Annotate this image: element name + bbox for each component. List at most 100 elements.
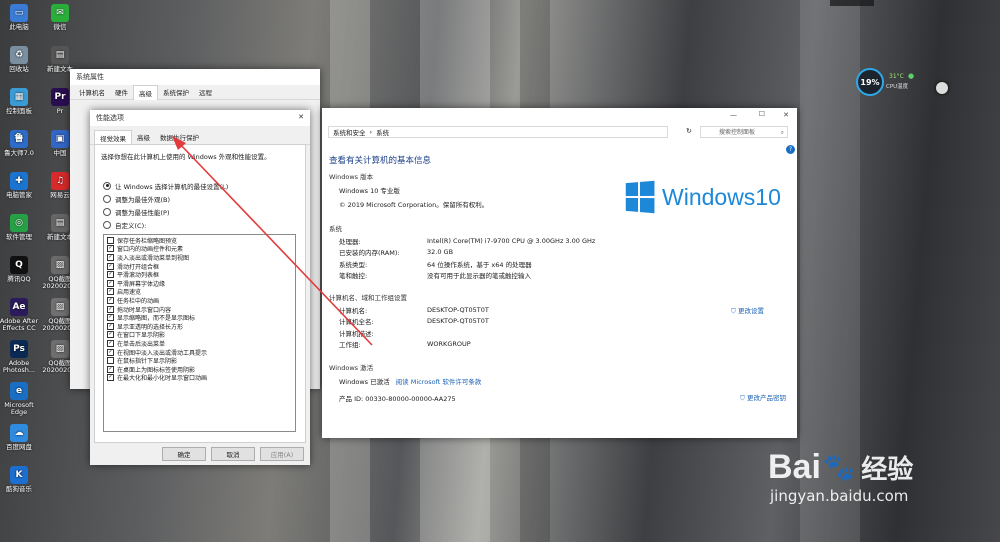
checkbox[interactable]: ✓ <box>107 296 114 304</box>
checkbox[interactable]: ✓ <box>107 279 114 287</box>
tab-0[interactable]: 计算机名 <box>74 85 110 99</box>
effect-checkbox-row[interactable]: ✓ 平滑屏幕字体边缘 <box>107 279 292 288</box>
effect-checkbox-row[interactable]: ✓ 在单击后淡出菜单 <box>107 339 292 348</box>
effect-checkbox-row[interactable]: ✓ 在桌面上为图标标签使用阴影 <box>107 365 292 374</box>
effect-checkbox-row[interactable]: ✓ 显示亚透明的选择长方形 <box>107 322 292 331</box>
cancel-button[interactable]: 取消 <box>211 447 255 461</box>
info-key: 工作组: <box>339 341 361 350</box>
perf-radio-option[interactable]: 调整为最佳外观(B) <box>103 192 228 205</box>
floating-ball-icon[interactable] <box>936 82 948 94</box>
tab-2[interactable]: 数据执行保护 <box>155 130 204 144</box>
info-key: 计算机描述: <box>339 329 374 338</box>
desktop-icon[interactable]: ✚ 电脑管家 <box>0 172 41 199</box>
checkbox[interactable]: ✓ <box>107 365 114 373</box>
minimize-button[interactable]: — <box>730 111 737 119</box>
info-row: 计算机全名: DESKTOP-QT05T0T <box>339 316 489 328</box>
change-settings-link[interactable]: ⛉ 更改设置 <box>731 305 764 316</box>
effect-checkbox-row[interactable]: 在鼠标指针下显示阴影 <box>107 356 292 365</box>
checkbox[interactable]: ✓ <box>107 322 114 330</box>
search-input[interactable]: 搜索控制面板 ⌕ <box>700 126 788 138</box>
checkbox[interactable]: ✓ <box>107 339 114 347</box>
checkbox[interactable] <box>107 236 114 244</box>
sysprops-title: 系统属性 <box>70 69 320 85</box>
desktop-icon-label: 微信 <box>53 23 67 31</box>
help-icon[interactable]: ? <box>786 145 795 154</box>
perf-radio-option[interactable]: 自定义(C): <box>103 218 228 231</box>
radio-button[interactable] <box>103 194 111 203</box>
desktop-icon-label: 酷狗音乐 <box>6 485 32 493</box>
desktop-icon[interactable]: ✉ 微信 <box>38 4 82 31</box>
desktop-icon[interactable]: e Microsoft Edge <box>0 382 41 416</box>
effect-checkbox-row[interactable]: ✓ 显示缩略图，而不是显示图标 <box>107 313 292 322</box>
desktop-icon[interactable]: Ps Adobe Photosh... <box>0 340 41 374</box>
cpu-widget[interactable]: 19% 31°C CPU温度 ● <box>856 68 926 96</box>
desktop-icon[interactable]: Ae Adobe After Effects CC <box>0 298 41 332</box>
desktop-icon[interactable]: K 酷狗音乐 <box>0 466 41 493</box>
checkbox[interactable]: ✓ <box>107 331 114 339</box>
license-terms-link[interactable]: 阅读 Microsoft 软件许可条款 <box>396 378 482 386</box>
close-icon[interactable]: ✕ <box>298 113 304 121</box>
effect-checkbox-row[interactable]: ✓ 窗口内的动画控件和元素 <box>107 245 292 253</box>
ok-button[interactable]: 确定 <box>162 447 206 461</box>
desktop-icon[interactable]: 鲁鲁大师7.0 <box>0 130 41 157</box>
shield-icon: ⛉ <box>740 394 745 402</box>
desktop-icon[interactable]: ▭ 此电脑 <box>0 4 41 31</box>
perf-radio-option[interactable]: 让 Windows 选择计算机的最佳设置(L) <box>103 179 228 192</box>
app-icon: ◎ <box>10 214 28 232</box>
effect-checkbox-row[interactable]: ✓ 在窗口下显示阴影 <box>107 331 292 339</box>
radio-button[interactable] <box>103 181 111 190</box>
breadcrumb-item[interactable]: 系统和安全 <box>333 127 366 137</box>
checkbox[interactable]: ✓ <box>107 348 114 356</box>
perf-titlebar: 性能选项 ✕ <box>90 110 310 126</box>
checkbox[interactable]: ✓ <box>107 271 114 279</box>
maximize-button[interactable]: ☐ <box>759 110 765 118</box>
tab-1[interactable]: 高级 <box>132 130 155 144</box>
desktop-icon[interactable]: ☁ 百度网盘 <box>0 424 41 451</box>
watermark-sub: 经验 <box>861 454 914 484</box>
tab-1[interactable]: 硬件 <box>110 85 133 99</box>
desktop-icon[interactable]: ♻ 回收站 <box>0 46 41 73</box>
computer-name-header: 计算机名、域和工作组设置 <box>329 294 407 302</box>
refresh-icon[interactable]: ↻ <box>686 127 692 135</box>
checkbox[interactable]: ✓ <box>107 253 114 261</box>
radio-button[interactable] <box>103 220 111 229</box>
effect-checkbox-row[interactable]: ✓ 在视图中淡入淡出或滑动工具提示 <box>107 348 292 357</box>
effect-checkbox-row[interactable]: ✓ 淡入淡出或滑动菜单到视图 <box>107 253 292 262</box>
radio-button[interactable] <box>103 207 111 216</box>
effect-checkbox-row[interactable]: ✓ 平滑滚动列表框 <box>107 270 292 279</box>
checkbox[interactable]: ✓ <box>107 288 114 296</box>
effect-checkbox-row[interactable]: ✓ 任务栏中的动画 <box>107 296 292 305</box>
checkbox[interactable]: ✓ <box>107 305 114 313</box>
desktop-icon[interactable]: Q 腾讯QQ <box>0 256 41 283</box>
close-button[interactable]: ✕ <box>783 111 789 119</box>
tab-4[interactable]: 远程 <box>194 85 217 99</box>
desktop-icon[interactable]: ◎ 软件管理 <box>0 214 41 241</box>
checkbox[interactable]: ✓ <box>107 262 114 270</box>
apply-button[interactable]: 应用(A) <box>260 447 304 461</box>
perf-tabs: 视觉效果 高级 数据执行保护 <box>90 130 310 145</box>
desktop-icon-label: Microsoft Edge <box>4 401 34 416</box>
info-value: DESKTOP-QT05T0T <box>427 305 489 314</box>
checkbox[interactable] <box>107 357 114 365</box>
checkbox[interactable]: ✓ <box>107 374 114 382</box>
windows-flag-icon <box>625 180 655 214</box>
edition-header: Windows 版本 <box>329 173 374 181</box>
effect-checkbox-row[interactable]: ✓ 在最大化和最小化时显示窗口动画 <box>107 374 292 382</box>
app-icon: ✚ <box>10 172 28 190</box>
desktop-icon[interactable]: ▦ 控制面板 <box>0 88 41 115</box>
desktop-icon-label: 控制面板 <box>6 107 32 115</box>
tab-3[interactable]: 系统保护 <box>158 85 194 99</box>
desktop-icon-label: Adobe After Effects CC <box>0 317 39 332</box>
effect-checkbox-row[interactable]: ✓ 拖动时显示窗口内容 <box>107 305 292 314</box>
info-row: 笔和触控: 没有可用于此显示器的笔或触控输入 <box>339 270 595 282</box>
effect-checkbox-row[interactable]: ✓ 启用速览 <box>107 288 292 296</box>
perf-radio-option[interactable]: 调整为最佳性能(P) <box>103 205 228 218</box>
breadcrumb-item[interactable]: 系统 <box>376 127 389 137</box>
effect-checkbox-row[interactable]: ✓ 滑动打开组合框 <box>107 262 292 271</box>
tab-0[interactable]: 视觉效果 <box>94 130 132 145</box>
effect-checkbox-row[interactable]: 保存任务栏缩略图预览 <box>107 236 292 245</box>
tab-2[interactable]: 高级 <box>133 85 158 100</box>
checkbox[interactable]: ✓ <box>107 314 114 322</box>
change-product-key-link[interactable]: ⛉ 更改产品密钥 <box>740 392 786 403</box>
checkbox[interactable]: ✓ <box>107 245 114 253</box>
